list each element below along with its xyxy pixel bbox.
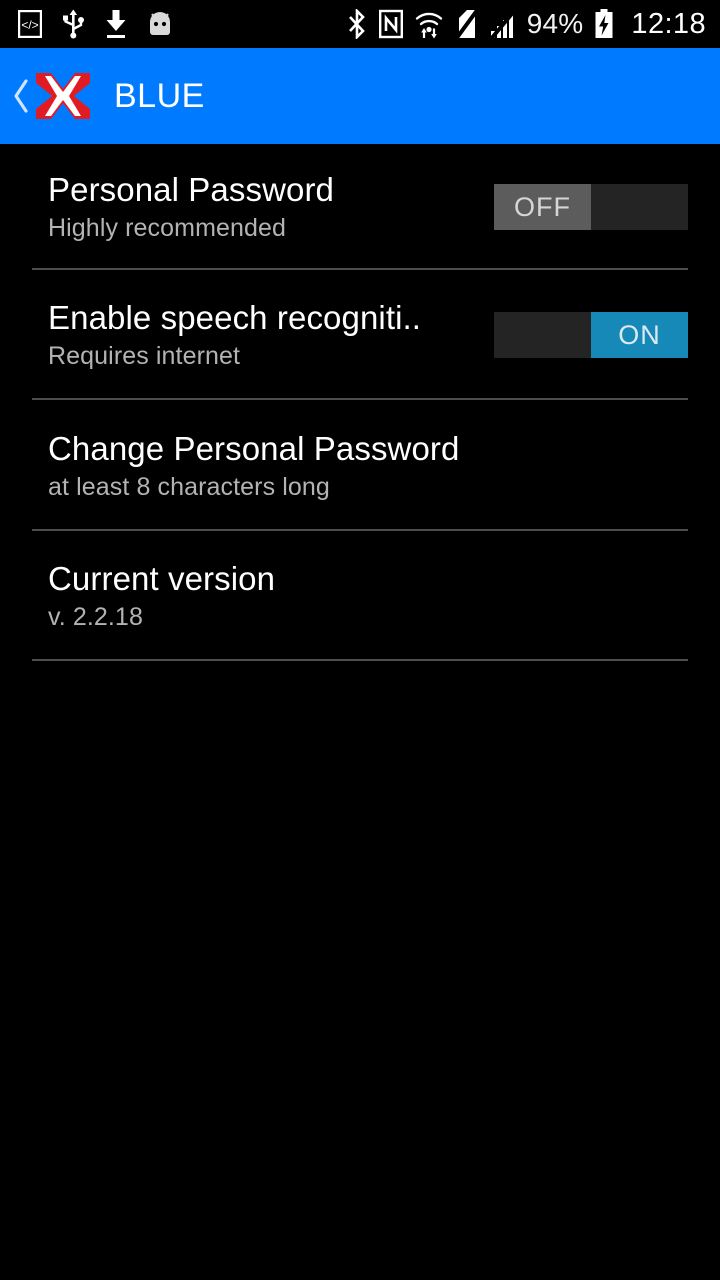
chevron-left-icon	[14, 79, 28, 113]
x-logo-icon	[34, 67, 92, 125]
developer-code-icon: </>	[18, 10, 42, 38]
toggle-thumb-label: OFF	[494, 184, 591, 230]
list-item-enable-speech-recognition[interactable]: Enable speech recogniti.. Requires inter…	[0, 270, 720, 400]
status-bar-clock: 12:18	[631, 7, 706, 40]
list-item-title: Current version	[48, 560, 276, 597]
phone-screen: </> 94% 12:18 BLUE Personal Password Hig…	[0, 0, 720, 1280]
battery-percent: 94%	[526, 8, 584, 39]
row-text-group: Personal Password Highly recommended	[32, 170, 482, 244]
list-item-title: Enable speech recogniti..	[48, 299, 422, 336]
row-text-group: Enable speech recogniti.. Requires inter…	[32, 298, 482, 372]
list-item-title: Personal Password	[48, 171, 335, 208]
list-item-title: Change Personal Password	[48, 429, 460, 467]
svg-text:</>: </>	[21, 18, 38, 32]
list-item-change-personal-password[interactable]: Change Personal Password at least 8 char…	[0, 400, 720, 531]
android-head-icon	[146, 11, 174, 37]
speech-recognition-toggle[interactable]: ON	[494, 312, 688, 358]
settings-list: Personal Password Highly recommended OFF…	[0, 144, 720, 1280]
usb-icon	[60, 9, 86, 39]
list-item-subtitle: at least 8 characters long	[48, 472, 330, 501]
list-divider	[32, 659, 688, 661]
list-item-subtitle: v. 2.2.18	[48, 603, 143, 631]
page-title: BLUE	[114, 77, 205, 115]
list-item-personal-password[interactable]: Personal Password Highly recommended OFF	[0, 144, 720, 270]
signal-off-icon	[489, 9, 516, 39]
nfc-icon	[378, 9, 403, 39]
back-button[interactable]	[8, 48, 34, 144]
list-item-subtitle: Requires internet	[48, 342, 241, 370]
bluetooth-icon	[346, 9, 368, 39]
row-text-group: Current version v. 2.2.18	[32, 559, 688, 633]
row-text-group: Change Personal Password at least 8 char…	[32, 429, 688, 503]
list-item-subtitle: Highly recommended	[48, 214, 287, 242]
download-icon	[104, 9, 128, 39]
battery-charging-icon	[594, 9, 614, 39]
list-item-current-version[interactable]: Current version v. 2.2.18	[0, 531, 720, 661]
personal-password-toggle[interactable]: OFF	[494, 184, 688, 230]
app-bar: BLUE	[0, 48, 720, 144]
toggle-thumb-label: ON	[591, 312, 688, 358]
wifi-data-transfer-icon	[414, 9, 444, 39]
status-bar: </> 94% 12:18	[0, 0, 720, 48]
status-bar-left-icons: </>	[18, 9, 174, 39]
status-bar-right-icons: 94% 12:18	[346, 9, 706, 39]
no-sim-icon	[454, 9, 479, 39]
